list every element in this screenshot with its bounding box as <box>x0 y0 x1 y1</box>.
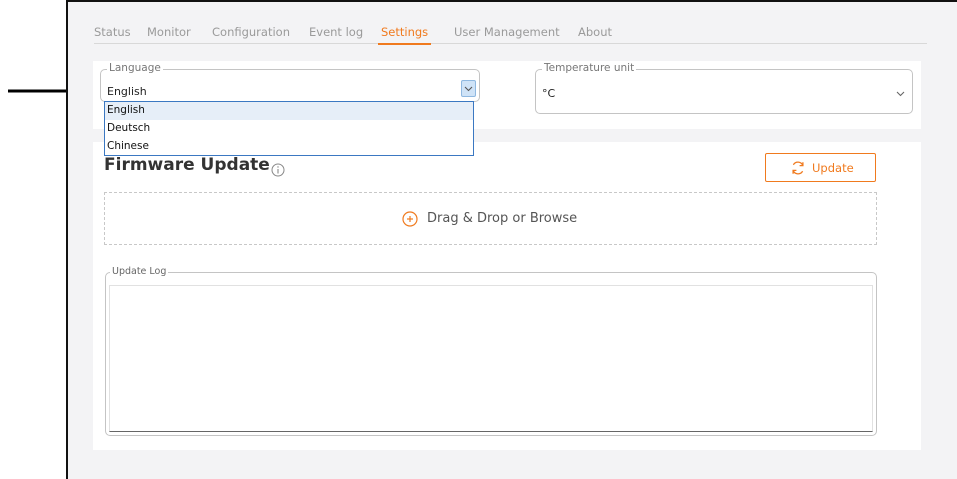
language-value: English <box>107 85 147 98</box>
app-window: Status Monitor Configuration Event log S… <box>66 0 957 479</box>
tab-bar: Status Monitor Configuration Event log S… <box>94 24 927 45</box>
temperature-unit-value: °C <box>542 87 556 100</box>
language-dropdown-toggle[interactable] <box>461 80 476 97</box>
tab-configuration[interactable]: Configuration <box>212 25 290 39</box>
firmware-update-card: Firmware Update Update Drag & Drop or Br… <box>93 142 921 450</box>
language-dropdown-list: English Deutsch Chinese <box>104 101 474 156</box>
temperature-unit-label: Temperature unit <box>542 62 637 74</box>
dropzone-label: Drag & Drop or Browse <box>427 211 578 226</box>
update-log-textarea[interactable] <box>109 285 873 432</box>
language-option-deutsch[interactable]: Deutsch <box>105 120 473 138</box>
tab-settings[interactable]: Settings <box>377 25 432 45</box>
plus-circle-icon <box>402 211 418 227</box>
language-select[interactable]: Language English <box>100 62 480 102</box>
file-dropzone[interactable]: Drag & Drop or Browse <box>104 192 877 245</box>
update-log-label: Update Log <box>110 266 169 277</box>
tab-user-management[interactable]: User Management <box>454 25 560 39</box>
tab-monitor[interactable]: Monitor <box>147 25 191 39</box>
refresh-icon <box>792 161 804 175</box>
tab-event-log[interactable]: Event log <box>309 25 363 39</box>
language-option-english[interactable]: English <box>105 102 473 120</box>
tab-status[interactable]: Status <box>94 25 131 39</box>
chevron-down-icon <box>464 86 473 92</box>
update-log-group: Update Log <box>105 266 877 436</box>
info-icon[interactable] <box>271 163 285 177</box>
tab-about[interactable]: About <box>578 25 612 39</box>
firmware-update-title: Firmware Update <box>104 155 270 175</box>
language-option-chinese[interactable]: Chinese <box>105 138 473 156</box>
chevron-down-icon[interactable] <box>895 88 906 99</box>
language-label: Language <box>107 62 163 74</box>
update-button-label: Update <box>812 161 854 175</box>
update-button[interactable]: Update <box>765 153 876 182</box>
temperature-unit-select[interactable]: Temperature unit °C <box>535 62 913 114</box>
